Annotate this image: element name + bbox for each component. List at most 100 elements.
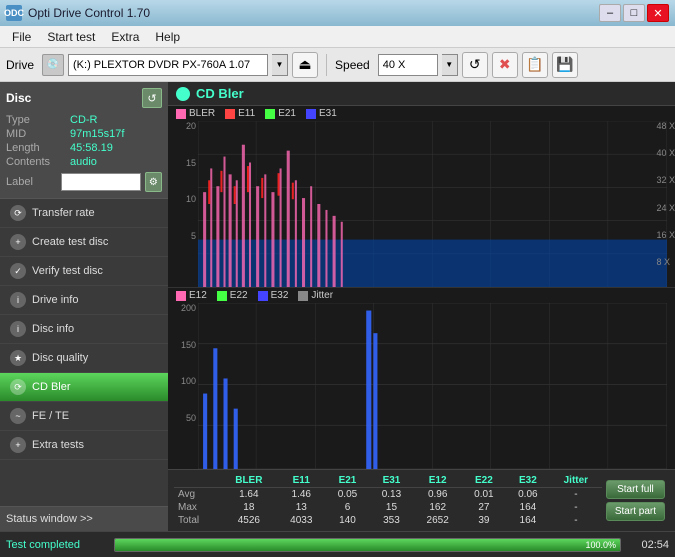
minimize-button[interactable]: – [599, 4, 621, 22]
app-icon: ODC [6, 5, 22, 21]
legend-bler: BLER [176, 108, 215, 119]
label-label: Label [6, 176, 57, 188]
top-y-axis-right: 48 X 40 X 32 X 24 X 16 X 8 X [654, 121, 675, 267]
speed-dropdown-arrow[interactable]: ▼ [442, 54, 458, 76]
close-button[interactable]: ✕ [647, 4, 669, 22]
app-title: Opti Drive Control 1.70 [28, 6, 150, 20]
stats-area: BLER E11 E21 E31 E12 E22 E32 Jitter Avg [168, 469, 675, 531]
title-bar-left: ODC Opti Drive Control 1.70 [6, 5, 150, 21]
start-full-button[interactable]: Start full [606, 480, 665, 499]
y-label-15: 15 [168, 158, 196, 168]
avg-e21: 0.05 [325, 488, 369, 502]
y-label-5: 5 [168, 231, 196, 241]
start-part-button[interactable]: Start part [606, 502, 665, 521]
avg-e11: 1.46 [277, 488, 325, 502]
drive-dropdown-arrow[interactable]: ▼ [272, 54, 288, 76]
sidebar-item-create-test-disc[interactable]: + Create test disc [0, 228, 168, 257]
action-buttons: Start full Start part [602, 474, 669, 527]
label-input[interactable] [61, 173, 141, 191]
drive-icon: 💿 [42, 54, 64, 76]
sidebar-item-cd-bler[interactable]: ⟳ CD Bler [0, 373, 168, 402]
drive-dropdown[interactable]: (K:) PLEXTOR DVDR PX-760A 1.07 [68, 54, 268, 76]
menu-file[interactable]: File [4, 28, 39, 46]
col-header-bler: BLER [221, 474, 277, 488]
total-label: Total [174, 514, 221, 527]
menu-start-test[interactable]: Start test [39, 28, 103, 46]
label-settings-button[interactable]: ⚙ [145, 172, 162, 192]
maximize-button[interactable]: □ [623, 4, 645, 22]
extra-tests-label: Extra tests [32, 439, 84, 451]
e11-color [225, 109, 235, 119]
avg-e31: 0.13 [369, 488, 413, 502]
stats-max-row: Max 18 13 6 15 162 27 164 - [174, 501, 602, 514]
sidebar-item-disc-info[interactable]: i Disc info [0, 315, 168, 344]
e31-color [306, 109, 316, 119]
status-time: 02:54 [629, 539, 669, 551]
sidebar-item-fe-te[interactable]: ~ FE / TE [0, 402, 168, 431]
legend-e12: E12 [176, 290, 207, 301]
verify-test-disc-icon: ✓ [10, 263, 26, 279]
sidebar-item-transfer-rate[interactable]: ⟳ Transfer rate [0, 199, 168, 228]
e31-label: E31 [319, 108, 337, 119]
transfer-rate-label: Transfer rate [32, 207, 95, 219]
eject-button[interactable]: ⏏ [292, 52, 318, 78]
legend-e32: E32 [258, 290, 289, 301]
top-chart-legend: BLER E11 E21 E31 [168, 106, 675, 121]
max-e32: 164 [506, 501, 550, 514]
col-header-e32: E32 [506, 474, 550, 488]
disc-refresh-button[interactable]: ↺ [142, 88, 162, 108]
mid-value: 97m15s17f [70, 128, 124, 140]
sidebar: Disc ↺ Type CD-R MID 97m15s17f Length 45… [0, 82, 168, 531]
legend-jitter: Jitter [298, 290, 333, 301]
sidebar-item-disc-quality[interactable]: ★ Disc quality [0, 344, 168, 373]
col-header-e21: E21 [325, 474, 369, 488]
speed-dropdown[interactable]: 40 X [378, 54, 438, 76]
e22-label: E22 [230, 290, 248, 301]
legend-e21: E21 [265, 108, 296, 119]
bottom-y-axis-left: 200 150 100 50 [168, 303, 196, 449]
window-controls: – □ ✕ [599, 4, 669, 22]
create-test-disc-label: Create test disc [32, 236, 108, 248]
sidebar-item-drive-info[interactable]: i Drive info [0, 286, 168, 315]
speed-label: Speed [335, 58, 370, 72]
clear-button[interactable]: ✖ [492, 52, 518, 78]
disc-contents-row: Contents audio [6, 156, 162, 168]
mid-label: MID [6, 128, 66, 140]
progress-container: 100.0% [114, 538, 621, 552]
total-e12: 2652 [413, 514, 461, 527]
drive-label: Drive [6, 58, 34, 72]
chart-title-icon [176, 87, 190, 101]
toolbar-separator [326, 54, 327, 76]
disc-section-title: Disc [6, 91, 31, 105]
disc-mid-row: MID 97m15s17f [6, 128, 162, 140]
stats-row-container: BLER E11 E21 E31 E12 E22 E32 Jitter Avg [174, 474, 669, 527]
disc-type-row: Type CD-R [6, 114, 162, 126]
yr-16x: 16 X [656, 230, 675, 240]
chart-title-bar: CD Bler [168, 82, 675, 106]
legend-e22: E22 [217, 290, 248, 301]
e12-label: E12 [189, 290, 207, 301]
transfer-rate-icon: ⟳ [10, 205, 26, 221]
save-button[interactable]: 💾 [552, 52, 578, 78]
col-header-jitter: Jitter [550, 474, 602, 488]
avg-bler: 1.64 [221, 488, 277, 502]
menu-help[interactable]: Help [147, 28, 188, 46]
status-text: Test completed [6, 539, 106, 551]
menu-extra[interactable]: Extra [103, 28, 147, 46]
contents-value: audio [70, 156, 97, 168]
avg-jitter: - [550, 488, 602, 502]
col-header-e11: E11 [277, 474, 325, 488]
sidebar-item-verify-test-disc[interactable]: ✓ Verify test disc [0, 257, 168, 286]
yr-40x: 40 X [656, 148, 675, 158]
status-window-button[interactable]: Status window >> [0, 506, 168, 531]
disc-length-row: Length 45:58.19 [6, 142, 162, 154]
toolbar: Drive 💿 (K:) PLEXTOR DVDR PX-760A 1.07 ▼… [0, 48, 675, 82]
sidebar-item-extra-tests[interactable]: + Extra tests [0, 431, 168, 460]
by-50: 50 [168, 413, 196, 423]
avg-label: Avg [174, 488, 221, 502]
status-bar: Test completed 100.0% 02:54 [0, 531, 675, 557]
export-button[interactable]: 📋 [522, 52, 548, 78]
y-label-10: 10 [168, 194, 196, 204]
refresh-button[interactable]: ↺ [462, 52, 488, 78]
yr-24x: 24 X [656, 203, 675, 213]
